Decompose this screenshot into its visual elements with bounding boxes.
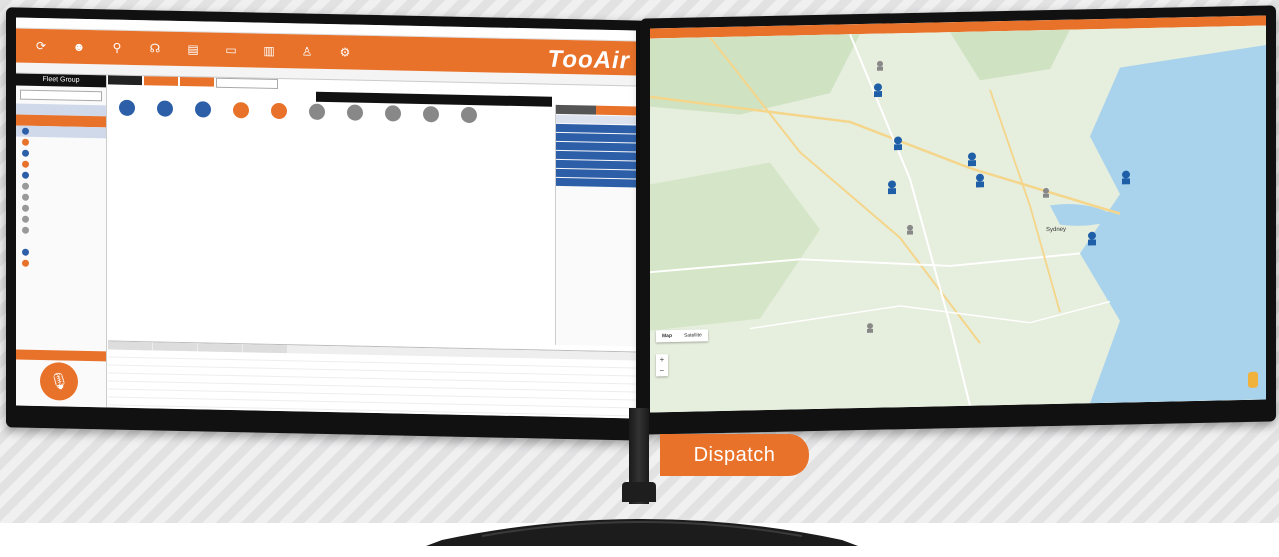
user-icon: [233, 102, 249, 119]
ptt-label-bar: [16, 349, 106, 362]
event-table: [108, 340, 636, 419]
dispatch-console-screen: ⟳ ☻ ⚲ ☊ ▤ ▭ ▥ ♙ ⚙ TooAir Fleet Group 🎙: [16, 17, 636, 419]
user-icon: [22, 171, 29, 179]
table-tab[interactable]: [153, 342, 197, 352]
tab-3[interactable]: [180, 76, 214, 87]
user-icon: [22, 226, 29, 234]
user-icon: [22, 215, 29, 223]
radio-icon: [385, 105, 401, 122]
brand-logo: TooAir: [547, 45, 630, 75]
tab-1[interactable]: [108, 75, 142, 86]
map-type-toggle: Map Satellite: [656, 329, 708, 343]
zoom-controls: + −: [656, 354, 668, 377]
user-icon: [309, 103, 325, 120]
headset-icon: [271, 102, 287, 120]
location-button[interactable]: ⚲: [98, 32, 136, 63]
tab-search-input[interactable]: [216, 77, 278, 89]
list-item[interactable]: [556, 123, 636, 134]
list-item[interactable]: [556, 132, 636, 143]
user-icon: [22, 248, 29, 256]
contact-card[interactable]: [148, 100, 182, 119]
user-icon: [22, 193, 29, 201]
vehicle-icon: [347, 104, 363, 121]
vehicle-icon: [157, 100, 173, 117]
location-icon: ⚲: [112, 40, 122, 55]
refresh-button[interactable]: ⟳: [22, 31, 60, 62]
push-to-talk-button[interactable]: 🎙: [40, 362, 78, 401]
group-button[interactable]: ♙: [288, 36, 326, 67]
contact-card[interactable]: [262, 102, 296, 122]
contact-card[interactable]: [300, 103, 334, 122]
document-icon: ▤: [187, 42, 199, 57]
fleet-group-sidebar: Fleet Group 🎙: [16, 73, 107, 408]
map-view[interactable]: Sydney Map Satellite + −: [650, 25, 1266, 413]
user-icon: [119, 99, 135, 116]
monitor-icon: ▭: [225, 42, 237, 58]
microphone-icon: 🎙: [48, 373, 70, 391]
monitor-button[interactable]: ▭: [212, 35, 250, 66]
panel-tab-1[interactable]: [556, 104, 596, 115]
zoom-in-button[interactable]: +: [656, 354, 668, 365]
satellite-view-button[interactable]: Satellite: [678, 329, 708, 342]
right-monitor: Sydney Map Satellite + −: [640, 5, 1276, 435]
map-screen: Sydney Map Satellite + −: [650, 15, 1266, 413]
refresh-icon: ⟳: [35, 38, 47, 54]
user-icon: [22, 259, 29, 267]
user-icon: [22, 160, 29, 168]
contact-card[interactable]: [376, 105, 410, 124]
user-icon: [22, 204, 29, 212]
contact-card[interactable]: [452, 106, 486, 126]
tree-item[interactable]: [16, 258, 106, 271]
list-item[interactable]: [556, 150, 636, 161]
document-button[interactable]: ▤: [174, 34, 212, 65]
tab-2[interactable]: [144, 76, 178, 86]
headset-icon: ☊: [149, 41, 161, 56]
street-view-pegman-icon[interactable]: [1248, 371, 1258, 388]
report-button[interactable]: ▥: [250, 35, 288, 66]
table-tab[interactable]: [198, 343, 242, 353]
sidebar-header: Fleet Group: [16, 73, 106, 88]
radio-icon: [195, 101, 211, 118]
left-monitor: ⟳ ☻ ⚲ ☊ ▤ ▭ ▥ ♙ ⚙ TooAir Fleet Group 🎙: [6, 7, 646, 441]
settings-button[interactable]: ⚙: [326, 37, 364, 68]
contact-card[interactable]: [110, 99, 144, 118]
zoom-out-button[interactable]: −: [656, 365, 668, 376]
map-view-button[interactable]: Map: [656, 330, 678, 342]
user-icon: [22, 127, 29, 135]
sidebar-search-input[interactable]: [20, 89, 102, 102]
users-icon: ♙: [301, 44, 313, 59]
table-tab[interactable]: [243, 344, 287, 354]
city-label: Sydney: [1046, 226, 1067, 234]
list-item[interactable]: [556, 114, 636, 125]
user-icon: [22, 138, 29, 146]
headset-icon: [423, 106, 439, 123]
contact-card[interactable]: [186, 101, 220, 120]
gear-icon: ⚙: [339, 45, 351, 60]
contact-card[interactable]: [414, 106, 448, 125]
headset-button[interactable]: ☊: [136, 33, 174, 64]
list-item[interactable]: [556, 177, 636, 188]
monitor-stand-base: [426, 519, 858, 546]
monitor-stand-collar: [622, 482, 656, 502]
headset-icon: [461, 106, 477, 124]
table-tab[interactable]: [108, 341, 152, 351]
list-item[interactable]: [556, 141, 636, 152]
document-icon: ▥: [263, 43, 275, 58]
list-item[interactable]: [556, 168, 636, 179]
list-item[interactable]: [556, 159, 636, 170]
contact-card[interactable]: [338, 104, 372, 123]
users-button[interactable]: ☻: [60, 31, 98, 62]
user-icon: [22, 149, 29, 157]
dispatch-badge: Dispatch: [660, 434, 809, 476]
panel-tab-2[interactable]: [596, 105, 636, 116]
user-icon: [22, 182, 29, 190]
call-list-panel: [555, 104, 636, 347]
map-canvas: [650, 25, 1266, 413]
users-icon: ☻: [72, 39, 86, 54]
contact-card[interactable]: [224, 102, 258, 121]
